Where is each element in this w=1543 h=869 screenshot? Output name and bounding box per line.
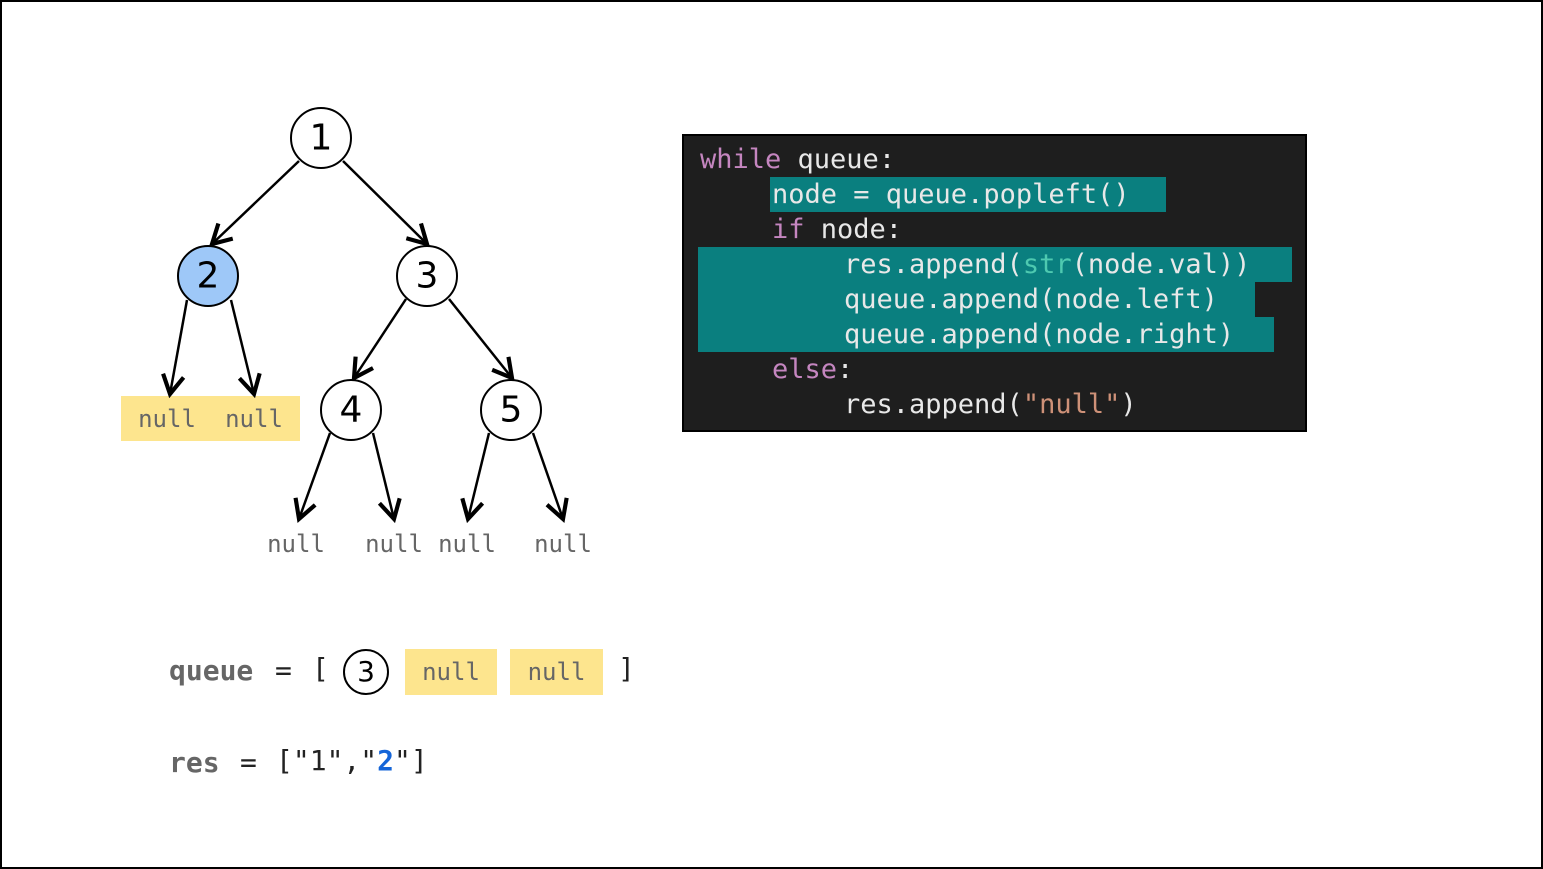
queue-equals: = xyxy=(275,654,292,687)
tree-node-5: 5 xyxy=(480,379,542,441)
code-line-2: node = queue.popleft() xyxy=(772,179,1130,210)
queue-close-bracket: ] xyxy=(618,652,635,685)
res-value: ["1","2"] xyxy=(276,744,428,777)
edge-1-3 xyxy=(342,160,427,244)
queue-item-null-1: null xyxy=(405,649,497,695)
tree-node-1: 1 xyxy=(290,107,352,169)
svg-text:1: 1 xyxy=(310,118,333,159)
null-leaf-5-left: null xyxy=(438,530,496,558)
svg-text:4: 4 xyxy=(340,390,363,431)
queue-item-node: 3 xyxy=(343,649,389,695)
null-leaf-5-right: null xyxy=(534,530,592,558)
binary-tree-diagram: 1 2 3 4 5 null null null null null null xyxy=(121,107,592,558)
edge-5-null-right xyxy=(531,432,563,519)
queue-label: queue xyxy=(169,654,254,687)
code-line-6: queue.append(node.right) xyxy=(844,319,1235,350)
queue-item-null-2: null xyxy=(510,649,603,695)
svg-text:5: 5 xyxy=(500,390,523,431)
svg-text:2: 2 xyxy=(197,256,220,297)
res-current: 2 xyxy=(377,744,395,777)
svg-text:3: 3 xyxy=(416,256,439,297)
code-line-4: res.append(str(node.val)) xyxy=(844,249,1251,280)
code-line-8: res.append("null") xyxy=(844,389,1137,420)
edge-4-null-right xyxy=(371,432,394,519)
tree-node-4: 4 xyxy=(320,379,382,441)
null-leaf-4-right: null xyxy=(365,530,423,558)
edge-3-4 xyxy=(354,298,408,378)
null-leaf-2-left: null xyxy=(138,405,196,433)
queue-open-bracket: [ xyxy=(312,652,329,685)
tree-node-2: 2 xyxy=(177,245,239,307)
null-leaf-2-right: null xyxy=(225,405,283,433)
null-leaf-4-left: null xyxy=(267,530,325,558)
code-line-7: else: xyxy=(772,354,854,385)
code-line-1: while queue: xyxy=(700,144,896,175)
edge-5-null-left xyxy=(468,432,491,519)
code-line-5: queue.append(node.left) xyxy=(844,284,1218,315)
res-label: res xyxy=(169,746,220,779)
edge-4-null-left xyxy=(299,432,332,519)
tree-node-3: 3 xyxy=(396,245,458,307)
res-equals: = xyxy=(240,746,257,779)
res-suffix: "] xyxy=(394,744,428,777)
code-line-3: if node: xyxy=(772,214,903,245)
edge-2-null-right xyxy=(229,299,254,394)
edge-3-5 xyxy=(448,298,512,378)
code-panel: while queue: node = queue.popleft() if n… xyxy=(682,134,1307,432)
res-prefix: ["1"," xyxy=(276,744,378,777)
edge-1-2 xyxy=(212,160,300,244)
edge-2-null-left xyxy=(170,299,189,394)
